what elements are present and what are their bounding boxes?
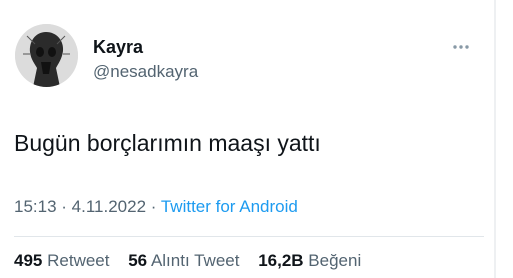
tweet-meta: 15:13 · 4.11.2022 · Twitter for Android <box>14 196 298 218</box>
more-horizontal-icon[interactable] <box>446 36 476 58</box>
divider <box>14 236 484 237</box>
avatar-image <box>15 24 78 87</box>
quotes-label: Alıntı Tweet <box>150 251 240 270</box>
likes-stat[interactable]: 16,2B Beğeni <box>258 251 361 270</box>
quotes-stat[interactable]: 56 Alıntı Tweet <box>128 251 239 270</box>
retweets-label: Retweet <box>47 251 110 270</box>
tweet-date[interactable]: 4.11.2022 <box>72 197 146 216</box>
timeline-border <box>494 0 496 278</box>
retweets-stat[interactable]: 495 Retweet <box>14 251 109 270</box>
author-handle[interactable]: @nesadkayra <box>93 61 198 82</box>
tweet-text: Bugün borçlarımın maaşı yattı <box>14 130 321 156</box>
quotes-count: 56 <box>128 251 148 270</box>
retweets-count: 495 <box>14 251 43 270</box>
author-display-name[interactable]: Kayra <box>93 36 143 58</box>
tweet-source-link[interactable]: Twitter for Android <box>161 197 298 216</box>
tweet-card: Kayra @nesadkayra Bugün borçlarımın maaş… <box>0 0 513 278</box>
tweet-time[interactable]: 15:13 <box>14 197 57 216</box>
meta-separator: · <box>146 197 161 216</box>
likes-label: Beğeni <box>308 251 362 270</box>
meta-separator: · <box>56 197 72 216</box>
tweet-stats: 495 Retweet 56 Alıntı Tweet 16,2B Beğeni <box>14 250 361 272</box>
avatar[interactable] <box>15 24 78 87</box>
likes-count: 16,2B <box>258 251 304 270</box>
